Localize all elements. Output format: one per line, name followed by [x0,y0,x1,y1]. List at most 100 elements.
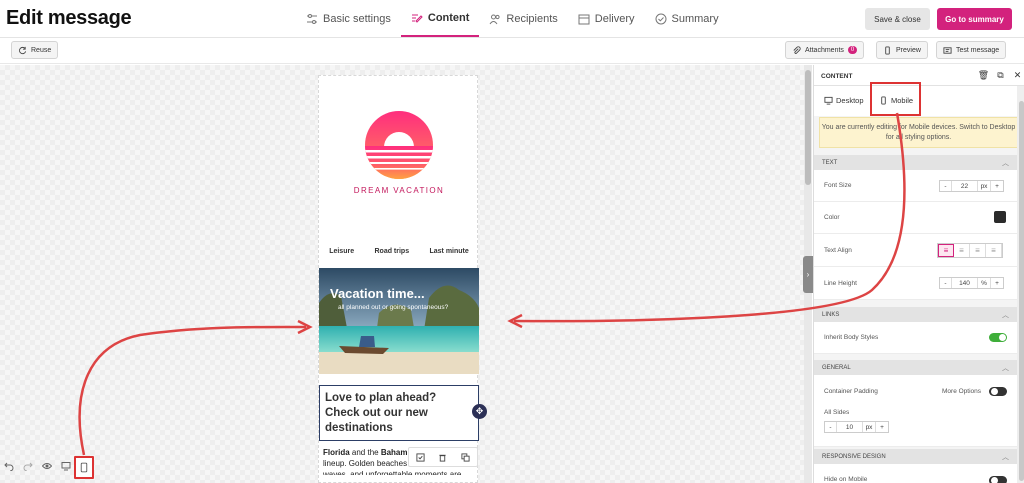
decrement-button[interactable]: - [825,422,837,432]
font-size-unit: px [978,181,991,191]
container-padding-row: Container Padding More Options All Sides… [814,375,1017,447]
close-icon[interactable]: ✕ [1011,69,1024,82]
preview-button[interactable]: Preview [876,41,928,59]
mobile-notice: You are currently editing for Mobile dev… [819,117,1018,148]
canvas-scrollbar-thumb[interactable] [805,70,811,185]
go-to-summary-button[interactable]: Go to summary [937,8,1012,30]
reuse-button[interactable]: Reuse [11,41,59,59]
align-right-icon[interactable]: ≡ [970,244,986,257]
step-basic-settings[interactable]: Basic settings [296,0,401,37]
body-line-3: waves, and unforgettable moments are [323,470,462,475]
selected-text-block[interactable]: Love to plan ahead? Check out our new de… [319,385,479,441]
section-text-header[interactable]: TEXT ︿ [814,155,1017,170]
increment-button[interactable]: + [991,278,1003,288]
align-justify-icon[interactable]: ≡ [986,244,1002,257]
step-label: Delivery [594,12,635,25]
page-title: Edit message [6,7,132,29]
sunset-logo-icon[interactable] [362,108,436,182]
duplicate-icon[interactable] [461,452,470,462]
trash-icon[interactable] [438,453,447,462]
test-message-button[interactable]: Test message [936,41,1007,59]
brand-name: DREAM VACATION [353,186,445,195]
mobile-icon [80,462,88,473]
step-recipients[interactable]: Recipients [479,0,567,37]
check-circle-icon [655,13,667,24]
padding-stepper[interactable]: - 10 px + [824,421,889,433]
nav-item-leisure[interactable]: Leisure [329,248,354,255]
email-preview[interactable]: DREAM VACATION Leisure Road trips Last m… [318,75,479,483]
editor-toolbar: Reuse Attachments 0 Preview Test message [0,38,1024,64]
step-content[interactable]: Content [400,0,480,37]
increment-button[interactable]: + [876,422,888,432]
font-size-label: Font Size [824,182,852,189]
eye-icon[interactable] [42,461,52,471]
panel-scrollbar-thumb[interactable] [1019,101,1024,481]
headline-text[interactable]: Love to plan ahead? Check out our new de… [325,391,473,436]
edit-icon [411,14,423,23]
nav-item-road-trips[interactable]: Road trips [374,248,409,255]
duplicate-icon[interactable]: ⧉ [994,69,1007,82]
collapse-panel-chevron-icon[interactable]: › [803,256,813,293]
step-delivery[interactable]: Delivery [568,0,645,37]
test-message-icon [943,46,952,54]
text-align-row: Text Align ≡ ≡ ≡ ≡ [814,234,1017,267]
refresh-icon [19,46,27,54]
step-label: Content [427,11,470,24]
canvas-bottom-tools [4,461,71,471]
block-action-toolbar [408,447,478,467]
section-general-header[interactable]: GENERAL ︿ [814,360,1017,375]
font-size-value[interactable]: 22 [952,181,978,191]
mobile-view-button[interactable] [74,456,94,479]
undo-icon[interactable] [4,461,14,471]
sliders-icon [307,13,317,24]
hide-on-mobile-toggle[interactable] [989,476,1007,483]
properties-panel: CONTENT 🗑 ⧉ ✕ Desktop Mobile You are cur… [813,65,1024,483]
increment-button[interactable]: + [991,181,1003,191]
container-padding-label: Container Padding [824,388,878,395]
more-options-label: More Options [942,388,982,395]
redo-icon[interactable] [23,461,33,471]
trash-icon[interactable]: 🗑 [977,69,990,82]
calendar-icon [578,14,590,24]
panel-title: CONTENT [821,73,853,80]
save-close-button[interactable]: Save & close [865,8,930,30]
hide-on-mobile-row: Hide on Mobile [814,464,1017,483]
decrement-button[interactable]: - [940,278,952,288]
inherit-body-styles-row: Inherit Body Styles [814,322,1017,354]
line-height-value[interactable]: 140 [952,278,978,288]
section-links-header[interactable]: LINKS ︿ [814,307,1017,322]
color-swatch[interactable] [994,211,1006,223]
line-height-stepper[interactable]: - 140 % + [939,277,1004,289]
attachments-button[interactable]: Attachments 0 [785,41,865,59]
padding-unit: px [863,422,876,432]
align-center-icon[interactable]: ≡ [954,244,970,257]
desktop-icon[interactable] [61,461,71,471]
font-size-stepper[interactable]: - 22 px + [939,180,1004,192]
padding-value[interactable]: 10 [837,422,863,432]
tab-desktop[interactable]: Desktop [824,96,864,105]
more-options-toggle[interactable] [989,387,1007,396]
body-text-and: and the [349,448,381,457]
preview-label: Preview [896,46,921,54]
section-responsive-header[interactable]: RESPONSIVE DESIGN ︿ [814,449,1017,464]
hide-on-mobile-label: Hide on Mobile [824,476,868,483]
step-label: Recipients [506,12,558,25]
inherit-toggle[interactable] [989,333,1007,342]
section-text-label: TEXT [822,159,838,166]
chevron-up-icon: ︿ [1002,364,1009,372]
nav-item-last-minute[interactable]: Last minute [430,248,469,255]
step-summary[interactable]: Summary [645,0,729,37]
tab-desktop-label: Desktop [836,96,864,105]
line-height-row: Line Height - 140 % + [814,267,1017,300]
chevron-up-icon: ︿ [1002,453,1009,461]
attachments-count-badge: 0 [847,46,858,54]
body-bold-florida: Florida [323,448,350,457]
hero-image[interactable]: Vacation time... all planned out or goin… [319,268,479,374]
move-handle-icon[interactable]: ✥ [472,404,487,419]
top-bar: Edit message Basic settings Content Reci… [0,0,1024,38]
section-links-label: LINKS [822,311,840,318]
decrement-button[interactable]: - [940,181,952,191]
hero-subtitle: all planned out or going spontaneous? [338,304,449,311]
align-left-icon[interactable]: ≡ [938,244,954,257]
save-block-icon[interactable] [416,452,425,462]
